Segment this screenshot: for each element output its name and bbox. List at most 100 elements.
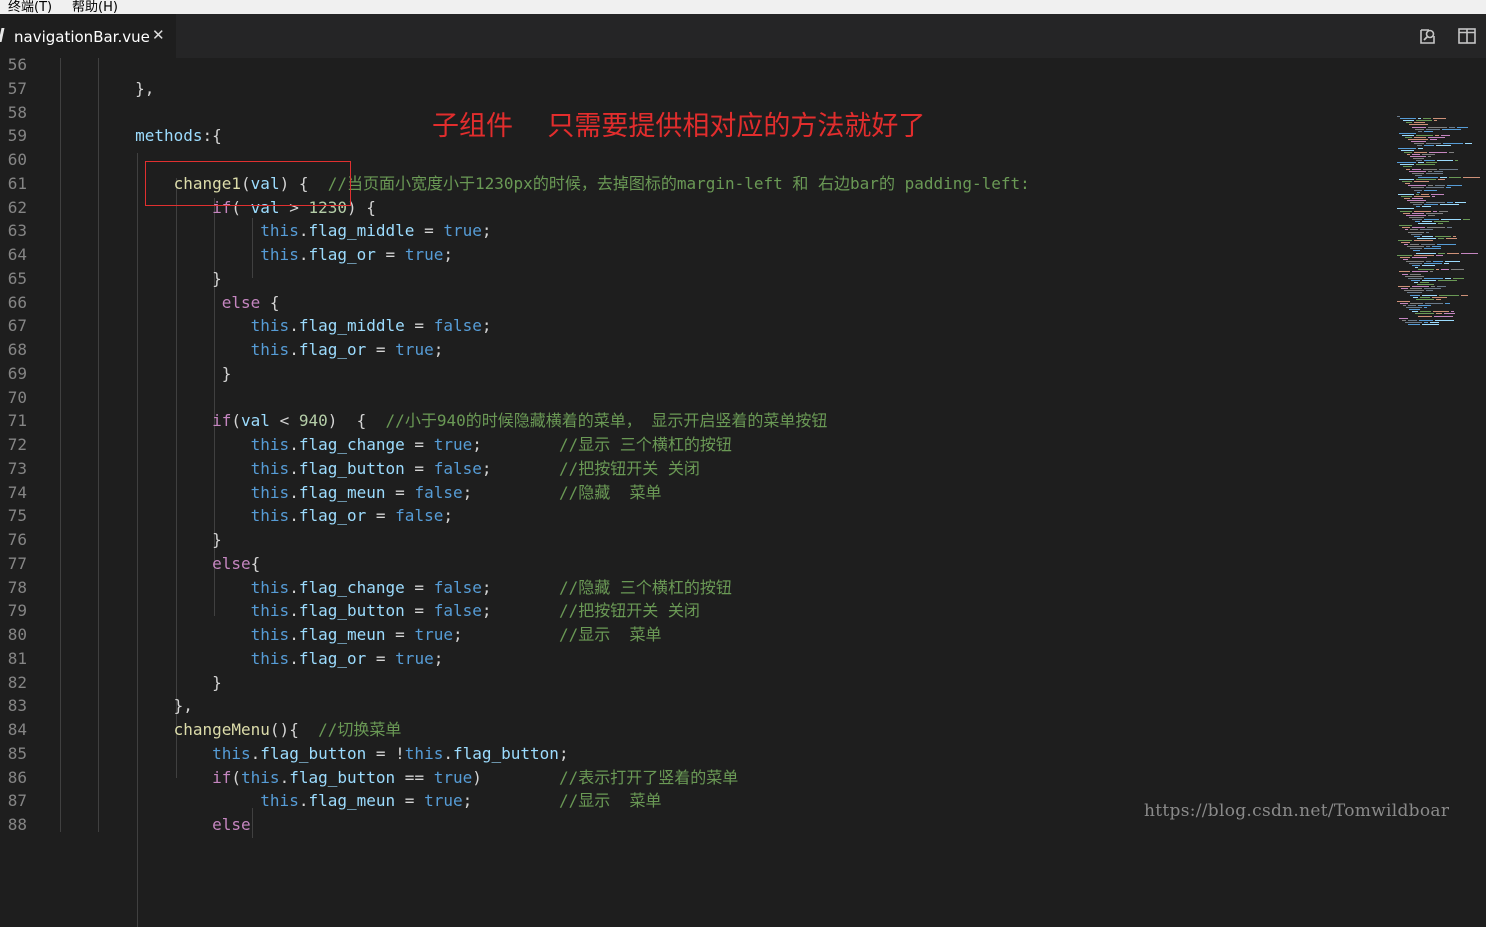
code-comment: //隐藏 菜单 <box>558 482 662 502</box>
code-token: = <box>414 221 444 241</box>
minimap-stroke <box>1408 323 1420 325</box>
minimap-stroke <box>1444 313 1455 315</box>
code-token: flag_middle <box>298 316 405 336</box>
close-icon[interactable]: ✕ <box>152 26 165 44</box>
minimap-stroke <box>1407 292 1422 294</box>
minimap-stroke <box>1401 288 1408 290</box>
line-number: 79 <box>7 601 27 621</box>
line-code: } <box>58 362 232 385</box>
minimap-stroke <box>1455 160 1458 162</box>
minimap-stroke <box>1424 263 1442 264</box>
minimap-stroke <box>1400 302 1408 304</box>
minimap-stroke <box>1412 126 1426 128</box>
code-line: 74 this.flag_meun = false; //隐藏 菜单 <box>0 481 1390 504</box>
minimap-stroke <box>1426 290 1433 292</box>
code-token: . <box>289 506 299 526</box>
minimap-stroke <box>1424 160 1435 162</box>
minimap-stroke <box>1461 252 1478 254</box>
minimap-stroke <box>1416 164 1435 166</box>
minimap-stroke <box>1442 128 1461 130</box>
minimap-stroke <box>1413 204 1422 206</box>
code-token: this <box>58 625 290 644</box>
minimap-stroke <box>1410 229 1418 231</box>
minimap-stroke <box>1403 212 1410 214</box>
code-comment: //小于940的时候隐藏横着的菜单， 显示开启竖着的菜单按钮 <box>385 411 828 431</box>
minimap-stroke <box>1416 298 1434 300</box>
line-code: this.flag_middle = true; <box>58 219 492 242</box>
code-token: this <box>58 245 299 264</box>
minimap-stroke <box>1437 244 1456 246</box>
minimap-stroke <box>1433 210 1437 212</box>
minimap-stroke <box>1436 254 1443 256</box>
minimap-stroke <box>1424 145 1434 147</box>
line-number: 65 <box>7 268 27 288</box>
code-token: ; <box>472 435 559 454</box>
line-code: }, <box>58 77 154 100</box>
code-token: val <box>241 411 270 431</box>
line-number: 66 <box>7 292 27 312</box>
minimap-stroke <box>1416 160 1422 162</box>
minimap-stroke <box>1435 134 1439 136</box>
minimap-stroke <box>1414 239 1433 241</box>
minimap-stroke <box>1414 189 1422 191</box>
code-token: . <box>289 340 299 359</box>
code-token: (){ <box>269 720 319 739</box>
code-token: . <box>279 767 290 787</box>
minimap-stroke <box>1410 248 1422 250</box>
minimap-stroke <box>1426 260 1431 262</box>
code-token: flag_meun <box>298 482 386 502</box>
minimap[interactable] <box>1393 116 1486 336</box>
minimap-stroke <box>1419 319 1433 321</box>
code-token: true <box>395 648 434 668</box>
minimap-stroke <box>1418 269 1434 271</box>
code-line: 83 }, <box>0 694 1390 717</box>
minimap-stroke <box>1412 153 1420 155</box>
line-number: 82 <box>7 672 27 692</box>
code-token: flag_change <box>298 577 405 597</box>
code-token: if <box>58 411 232 431</box>
split-editor-icon[interactable] <box>1457 26 1477 46</box>
code-comment: //显示 菜单 <box>558 791 662 811</box>
minimap-stroke <box>1422 153 1435 155</box>
minimap-stroke <box>1418 147 1423 149</box>
code-token: } <box>58 672 222 692</box>
minimap-stroke <box>1414 210 1431 212</box>
minimap-stroke <box>1400 210 1412 212</box>
code-token: else <box>58 815 251 834</box>
minimap-stroke <box>1437 286 1446 288</box>
line-code: } <box>58 528 222 551</box>
minimap-stroke <box>1422 235 1433 237</box>
minimap-stroke <box>1416 193 1419 195</box>
minimap-stroke <box>1436 145 1451 147</box>
line-number: 59 <box>7 126 27 146</box>
code-token: ( <box>231 411 242 431</box>
minimap-stroke <box>1447 227 1452 229</box>
line-number: 83 <box>7 696 27 716</box>
code-token: true <box>433 435 473 454</box>
minimap-stroke <box>1433 311 1449 313</box>
minimap-stroke <box>1420 296 1430 298</box>
minimap-stroke <box>1405 229 1408 231</box>
menu-item-help[interactable]: 帮助(H) <box>72 0 118 14</box>
tab-navigationbar-vue[interactable]: navigationBar.vue ✕ <box>0 14 176 58</box>
minimap-stroke <box>1411 141 1426 143</box>
code-token: ; <box>481 221 492 241</box>
line-number: 69 <box>7 363 27 383</box>
minimap-stroke <box>1406 122 1412 124</box>
minimap-stroke <box>1441 218 1461 220</box>
line-number: 85 <box>7 743 27 763</box>
code-token: this <box>404 743 444 763</box>
minimap-stroke <box>1438 279 1457 281</box>
menu-item-terminal[interactable]: 终端(T) <box>8 0 52 14</box>
code-token: . <box>289 648 299 668</box>
minimap-stroke <box>1398 147 1416 149</box>
minimap-stroke <box>1413 250 1420 252</box>
line-number: 84 <box>7 720 27 739</box>
line-code: this.flag_change = true; //显示 三个横杠的按钮 <box>58 433 732 456</box>
open-preview-icon[interactable] <box>1418 26 1438 46</box>
line-code: this.flag_or = true; <box>58 243 453 266</box>
code-token: ( <box>231 767 242 787</box>
minimap-stroke <box>1416 120 1432 122</box>
annotation-text: 子组件 只需要提供相对应的方法就好了 <box>432 111 926 142</box>
code-token: ; <box>433 648 444 668</box>
